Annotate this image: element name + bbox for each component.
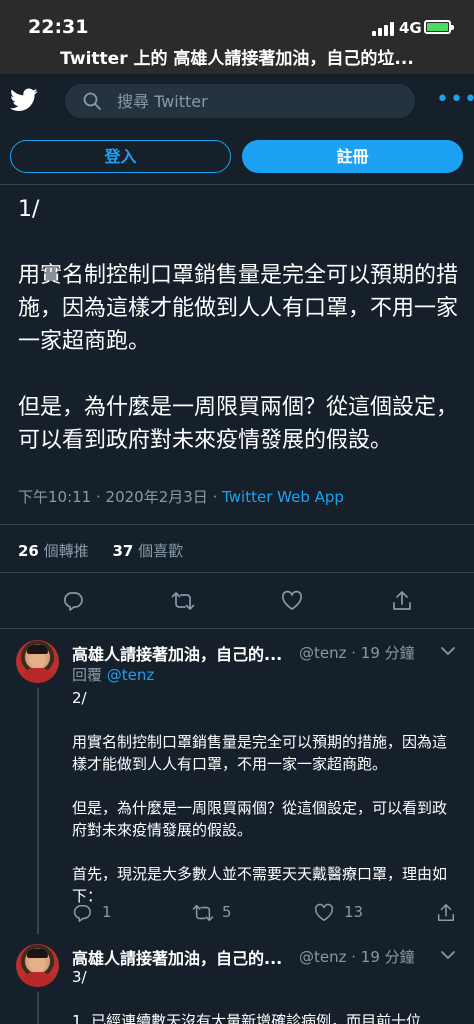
avatar[interactable] <box>16 944 59 987</box>
reply-text: 2/ 用實名制控制口罩銷售量是完全可以預期的措施，因為這樣才能做到人人有口罩，不… <box>72 689 448 905</box>
status-bar: 22:31 4G <box>0 0 474 44</box>
likes-label: 個喜歡 <box>133 542 184 560</box>
login-button[interactable]: 登入 <box>10 140 231 173</box>
top-navigation: ••• <box>0 74 474 130</box>
thread-line <box>37 992 39 1024</box>
reply-icon[interactable] <box>62 590 84 612</box>
network-type: 4G <box>399 19 422 37</box>
reply-actions: 1 5 13 <box>0 902 474 924</box>
search-box[interactable] <box>65 84 415 118</box>
page-title: Twitter 上的 高雄人請接著加油，自己的垃... <box>0 44 474 74</box>
heart-icon <box>314 903 334 922</box>
reply-to-mention[interactable]: @tenz <box>107 666 155 684</box>
status-time: 22:31 <box>28 16 89 38</box>
tweet-stats: 26 個轉推 37 個喜歡 <box>18 540 183 561</box>
reply-author-name[interactable]: 高雄人請接著加油，自己的... <box>72 641 282 665</box>
more-horizontal-icon[interactable]: ••• <box>436 89 474 111</box>
share-icon <box>437 904 455 922</box>
tweet-meta: 下午10:11 · 2020年2月3日 · Twitter Web App <box>18 486 344 507</box>
cellular-signal-icon <box>372 22 396 36</box>
reply-to-prefix: 回覆 <box>72 666 107 684</box>
signup-button[interactable]: 註冊 <box>242 140 463 173</box>
reply-count: 1 <box>102 903 112 921</box>
search-input[interactable] <box>117 90 397 112</box>
chevron-down-icon[interactable] <box>440 950 456 960</box>
twitter-bird-icon[interactable] <box>10 88 38 112</box>
search-icon <box>83 92 101 110</box>
retweets-count: 26 <box>18 542 39 560</box>
retweet-icon <box>192 904 214 922</box>
reply-icon <box>73 904 91 922</box>
battery-icon <box>424 20 454 34</box>
share-icon[interactable] <box>391 590 413 612</box>
likes-count: 37 <box>112 542 134 560</box>
reply-tweet[interactable]: 高雄人請接著加油，自己的... @tenz · 19 分鐘 回覆 @tenz 2… <box>0 628 474 934</box>
retweet-count: 5 <box>222 903 232 921</box>
chevron-down-icon[interactable] <box>440 646 456 656</box>
divider <box>0 524 474 525</box>
reply-author-handle: @tenz · 19 分鐘 <box>299 644 415 662</box>
avatar[interactable] <box>16 640 59 683</box>
tweet-text: 1/ 用實名制控制口罩銷售量是完全可以預期的措施，因為這樣才能做到人人有口罩，不… <box>18 197 459 453</box>
likes-stat[interactable]: 37 個喜歡 <box>113 542 184 560</box>
divider <box>0 572 474 573</box>
divider <box>0 184 474 185</box>
reply-author-handle: @tenz · 19 分鐘 <box>299 948 415 966</box>
tweet-source-link[interactable]: Twitter Web App <box>222 488 344 506</box>
thread-line <box>37 688 39 934</box>
retweet-icon[interactable] <box>171 590 195 612</box>
tweet-actions <box>0 590 474 616</box>
reply-to-line: 回覆 @tenz <box>72 664 154 685</box>
heart-icon[interactable] <box>281 590 303 612</box>
retweets-label: 個轉推 <box>38 542 89 560</box>
tweet-timestamp: 下午10:11 · 2020年2月3日 · <box>18 488 223 506</box>
retweets-stat[interactable]: 26 個轉推 <box>18 542 89 560</box>
like-count: 13 <box>344 903 364 921</box>
reply-text: 3/ 1. 已經連續數天沒有大量新增確診病例，而目前十位 <box>72 968 422 1024</box>
reply-tweet[interactable]: 高雄人請接著加油，自己的... @tenz · 19 分鐘 3/ 1. 已經連續… <box>0 934 474 1024</box>
